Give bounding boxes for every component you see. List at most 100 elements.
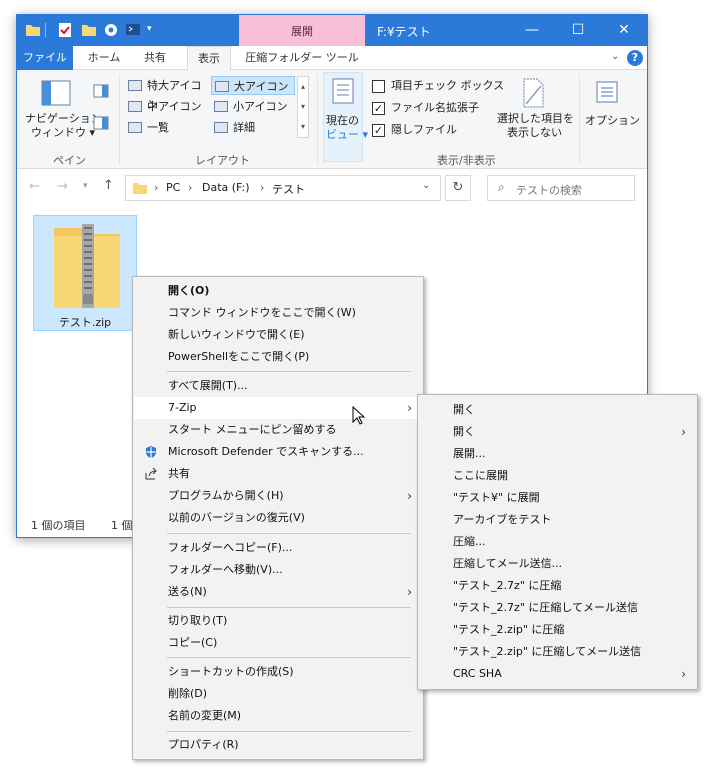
- menu-item-pin-start[interactable]: スタート メニューにピン留めする: [134, 419, 422, 441]
- menu-item-restore-previous[interactable]: 以前のバージョンの復元(V): [134, 507, 422, 529]
- collapse-ribbon-icon[interactable]: ⌄: [611, 51, 619, 62]
- file-item-zip[interactable]: テスト.zip: [33, 215, 137, 331]
- breadcrumb-folder[interactable]: テスト: [272, 181, 305, 197]
- navigation-pane-icon[interactable]: [41, 80, 71, 106]
- sevenzip-extract-here[interactable]: ここに展開: [419, 465, 696, 487]
- up-arrow-icon[interactable]: ↑: [103, 178, 114, 193]
- context-menu: 開く(O) コマンド ウィンドウをここで開く(W) 新しいウィンドウで開く(E)…: [132, 276, 424, 760]
- back-arrow-icon[interactable]: ←: [29, 179, 40, 194]
- recent-locations-icon[interactable]: ▾: [83, 181, 88, 191]
- layout-medium-icons[interactable]: 中アイコン: [125, 97, 211, 116]
- tab-view[interactable]: 表示: [187, 46, 231, 71]
- sevenzip-extract-to-folder[interactable]: "テスト¥" に展開: [419, 487, 696, 509]
- tab-extract-tools[interactable]: 展開: [239, 15, 365, 46]
- menu-item-7zip[interactable]: 7-Zip ›: [134, 397, 422, 419]
- breadcrumb-pc[interactable]: PC: [166, 181, 180, 194]
- gear-icon[interactable]: [103, 22, 119, 38]
- layout-details[interactable]: 詳細: [211, 118, 295, 137]
- menu-item-rename[interactable]: 名前の変更(M): [134, 705, 422, 727]
- layout-item-label: 一覧: [147, 121, 169, 134]
- menu-item-new-window[interactable]: 新しいウィンドウで開く(E): [134, 324, 422, 346]
- sevenzip-extract-files[interactable]: 展開...: [419, 443, 696, 465]
- tab-file[interactable]: ファイル: [17, 46, 73, 70]
- menu-item-move-to-folder[interactable]: フォルダーへ移動(V)...: [134, 559, 422, 581]
- address-bar-row: ← → ▾ ↑ › PC › Data (F:) › テスト ⌄ ↻ ⌕ テスト…: [17, 169, 647, 205]
- medium-icons-icon: [128, 101, 142, 112]
- sevenzip-add-zip-email[interactable]: "テスト_2.zip" に圧縮してメール送信: [419, 641, 696, 663]
- sevenzip-compress-email[interactable]: 圧縮してメール送信...: [419, 553, 696, 575]
- new-folder-icon[interactable]: [81, 22, 97, 38]
- refresh-icon[interactable]: ↻: [445, 175, 471, 201]
- powershell-icon[interactable]: [125, 22, 141, 38]
- group-label-show-hide: 表示/非表示: [437, 154, 496, 167]
- file-extensions-label: ファイル名拡張子: [391, 101, 479, 114]
- hidden-files-checkbox[interactable]: ✓: [372, 124, 385, 137]
- menu-item-copy-to-folder[interactable]: フォルダーへコピー(F)...: [134, 537, 422, 559]
- minimize-icon[interactable]: —: [509, 15, 555, 46]
- maximize-icon[interactable]: ☐: [555, 15, 601, 46]
- layout-large-icons[interactable]: 大アイコン: [211, 76, 295, 95]
- address-box[interactable]: › PC › Data (F:) › テスト ⌄: [125, 175, 441, 201]
- address-dropdown-icon[interactable]: ⌄: [422, 180, 430, 191]
- menu-item-properties[interactable]: プロパティ(R): [134, 734, 422, 756]
- breadcrumb-drive[interactable]: Data (F:): [202, 181, 250, 194]
- preview-pane-icon[interactable]: [93, 84, 109, 98]
- tab-home[interactable]: ホーム: [79, 46, 129, 70]
- options-icon[interactable]: [595, 80, 619, 104]
- sevenzip-add-zip[interactable]: "テスト_2.zip" に圧縮: [419, 619, 696, 641]
- search-input[interactable]: ⌕ テストの検索: [487, 175, 635, 201]
- menu-item-share[interactable]: 共有: [134, 463, 422, 485]
- item-checkboxes-checkbox[interactable]: [372, 80, 385, 93]
- tab-compressed-folder-tools[interactable]: 圧縮フォルダー ツール: [243, 46, 361, 70]
- hide-selected-label: 選択した項目を: [497, 112, 574, 125]
- sevenzip-open-as[interactable]: 開く ›: [419, 421, 696, 443]
- submenu-arrow-icon: ›: [681, 667, 686, 681]
- breadcrumb-separator: ›: [260, 181, 265, 194]
- menu-item-open[interactable]: 開く(O): [134, 280, 422, 302]
- layout-extra-large-icons[interactable]: 特大アイコン: [125, 76, 211, 111]
- menu-item-copy[interactable]: コピー(C): [134, 632, 422, 654]
- menu-item-powershell[interactable]: PowerShellをここで開く(P): [134, 346, 422, 368]
- sevenzip-add-to-archive[interactable]: 圧縮...: [419, 531, 696, 553]
- navigation-pane-dropdown[interactable]: ウィンドウ ▾: [31, 126, 95, 140]
- layout-small-icons[interactable]: 小アイコン: [211, 97, 295, 116]
- forward-arrow-icon[interactable]: →: [57, 179, 68, 194]
- sevenzip-add-7z-email[interactable]: "テスト_2.7z" に圧縮してメール送信: [419, 597, 696, 619]
- details-pane-icon[interactable]: [93, 116, 109, 130]
- layout-list[interactable]: 一覧: [125, 118, 211, 137]
- menu-item-delete[interactable]: 削除(D): [134, 683, 422, 705]
- qat-dropdown-icon[interactable]: ▾: [147, 24, 152, 34]
- menu-item-open-with[interactable]: プログラムから開く(H) ›: [134, 485, 422, 507]
- sevenzip-open[interactable]: 開く: [419, 399, 696, 421]
- sevenzip-crc-sha[interactable]: CRC SHA ›: [419, 663, 696, 685]
- item-checkboxes-label: 項目チェック ボックス: [391, 79, 505, 92]
- menu-item-create-shortcut[interactable]: ショートカットの作成(S): [134, 661, 422, 683]
- close-icon[interactable]: ✕: [601, 15, 647, 46]
- help-icon[interactable]: ?: [627, 50, 643, 66]
- title-bar[interactable]: ▾ 展開 F:¥テスト — ☐ ✕: [17, 15, 647, 46]
- submenu-arrow-icon: ›: [407, 489, 412, 503]
- hide-selected-icon[interactable]: [521, 78, 545, 108]
- layout-scroll-arrows[interactable]: ▴ ▾ ▾: [297, 76, 309, 138]
- sevenzip-test-archive[interactable]: アーカイブをテスト: [419, 509, 696, 531]
- submenu-arrow-icon: ›: [681, 425, 686, 439]
- file-extensions-checkbox[interactable]: ✓: [372, 102, 385, 115]
- menu-item-command-window[interactable]: コマンド ウィンドウをここで開く(W): [134, 302, 422, 324]
- tab-share[interactable]: 共有: [135, 46, 175, 70]
- menu-item-defender[interactable]: Microsoft Defender でスキャンする...: [134, 441, 422, 463]
- menu-item-label: 送る(N): [168, 585, 207, 598]
- menu-item-send-to[interactable]: 送る(N) ›: [134, 581, 422, 603]
- menu-separator: [167, 533, 411, 534]
- submenu-arrow-icon: ›: [407, 401, 412, 415]
- menu-item-cut[interactable]: 切り取り(T): [134, 610, 422, 632]
- zip-folder-icon: [54, 224, 120, 308]
- menu-item-extract-all[interactable]: すべて展開(T)...: [134, 375, 422, 397]
- group-label-layout: レイアウト: [195, 154, 250, 167]
- menu-item-label: プログラムから開く(H): [168, 489, 284, 502]
- navigation-pane-label: ナビゲーション: [25, 112, 102, 125]
- menu-separator: [167, 371, 411, 372]
- sevenzip-add-7z[interactable]: "テスト_2.7z" に圧縮: [419, 575, 696, 597]
- properties-check-icon[interactable]: [57, 22, 73, 38]
- defender-shield-icon: [146, 446, 156, 458]
- share-icon: [145, 467, 157, 480]
